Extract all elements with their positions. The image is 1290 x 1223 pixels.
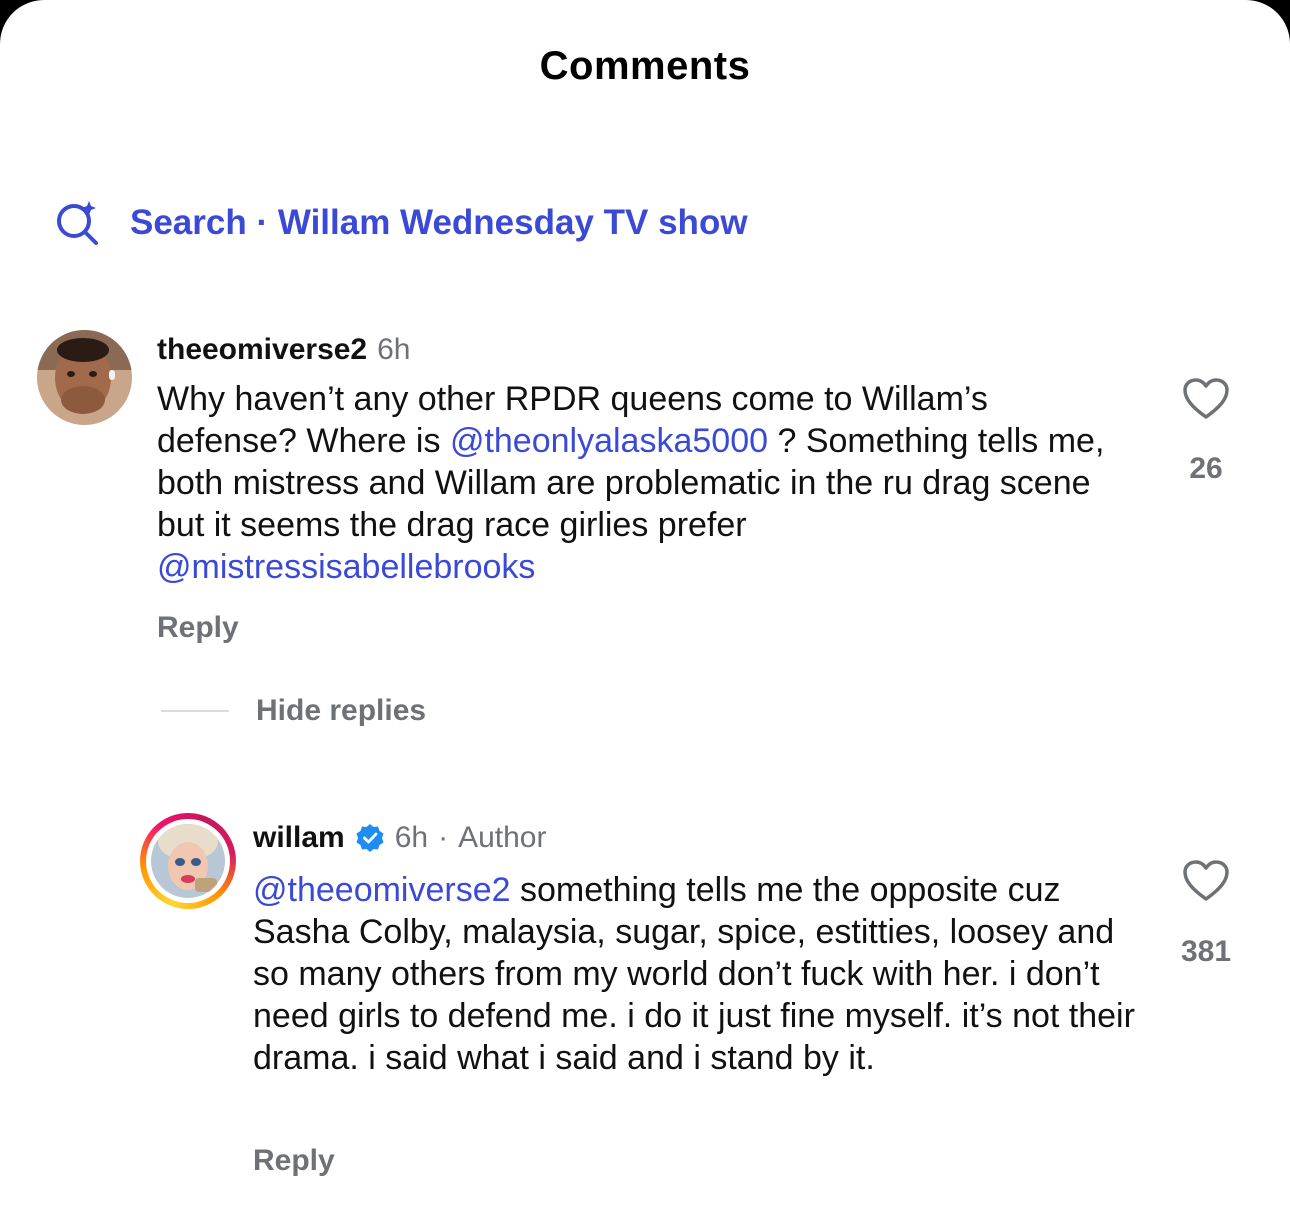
mention-link[interactable]: @mistressisabellebrooks <box>157 548 535 586</box>
comment-username[interactable]: theeomiverse2 <box>157 333 367 367</box>
avatar-story-ring[interactable] <box>140 813 236 909</box>
comment-meta: theeomiverse2 6h <box>157 330 411 370</box>
like-count: 26 <box>1189 452 1223 485</box>
like-button[interactable] <box>1182 377 1230 421</box>
sparkle-search-icon <box>57 201 98 245</box>
author-label: Author <box>458 821 547 854</box>
reply-time: 6h <box>394 821 429 854</box>
avatar-photo <box>37 330 132 425</box>
mention-link[interactable]: @theeomiverse2 <box>253 871 511 909</box>
heart-icon <box>1183 378 1229 419</box>
search-suggestion-text: Search · Willam Wednesday TV show <box>130 203 748 242</box>
page-title: Comments <box>539 44 751 88</box>
heart-icon <box>1183 860 1229 901</box>
reply-button[interactable]: Reply <box>253 1144 335 1178</box>
verified-badge-icon <box>356 824 384 852</box>
avatar[interactable] <box>37 330 132 425</box>
reply-meta: willam 6h · Author <box>253 818 546 858</box>
divider-line <box>161 710 229 712</box>
meta-separator: · <box>438 821 449 854</box>
comment-time: 6h <box>377 333 411 366</box>
comment-body: Why haven’t any other RPDR queens come t… <box>157 378 1127 588</box>
mention-link[interactable]: @theonlyalaska5000 <box>450 422 768 460</box>
like-button[interactable] <box>1182 859 1230 903</box>
hide-replies-button[interactable]: Hide replies <box>256 694 426 728</box>
comments-sheet: Comments Search · Willam Wednesday TV sh… <box>0 0 1290 1223</box>
reply-body: @theeomiverse2 something tells me the op… <box>253 869 1143 1079</box>
reply-username[interactable]: willam <box>253 821 345 855</box>
reply-button[interactable]: Reply <box>157 611 239 645</box>
like-count: 381 <box>1180 935 1232 968</box>
search-suggestion[interactable]: Search · Willam Wednesday TV show <box>52 198 748 248</box>
avatar-photo <box>151 824 225 898</box>
